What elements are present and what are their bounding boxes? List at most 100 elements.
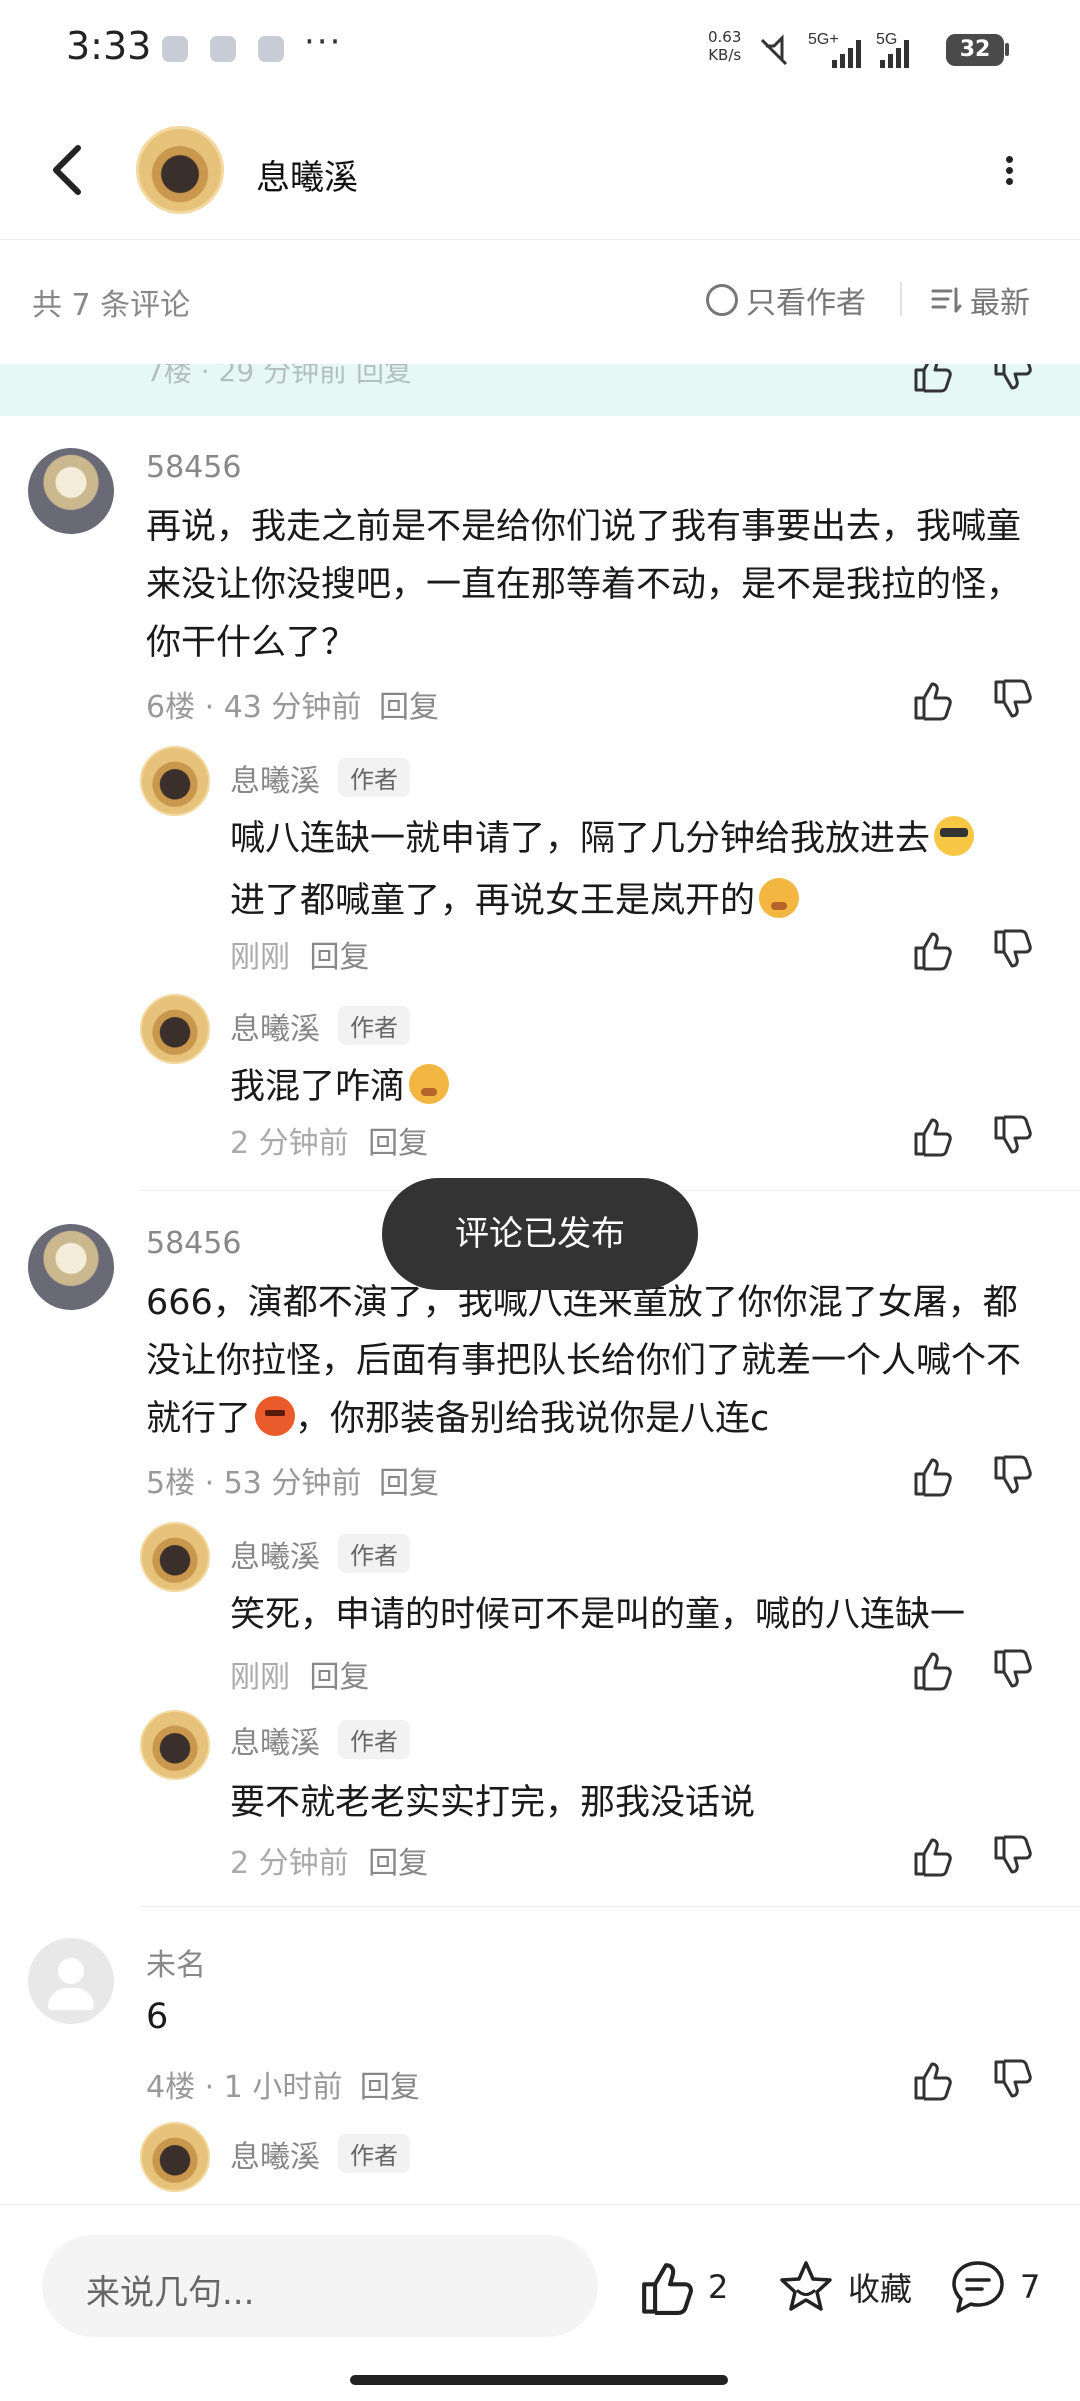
author-tag: 作者 (338, 1006, 410, 1045)
network-speed: 0.63 KB/s (708, 28, 741, 64)
network-label-1: 5G+ (808, 31, 839, 48)
mute-icon (760, 34, 788, 66)
author-tag: 作者 (338, 758, 410, 797)
reply-avatar[interactable] (140, 1522, 210, 1592)
reply-button[interactable]: 回复 (360, 2070, 420, 2105)
thumbs-down-icon[interactable] (990, 1114, 1034, 1158)
reply-button[interactable]: 回复 (310, 940, 370, 975)
thumbs-up-icon[interactable] (910, 928, 954, 972)
angry-emoji-icon (255, 1396, 296, 1436)
reply-username[interactable]: 息曦溪 (230, 1532, 320, 1576)
reply-text-line: 进了都喊童了，再说女王是岚开的 (230, 881, 756, 921)
status-time: 3:33 (66, 24, 152, 68)
reply-avatar[interactable] (140, 2122, 210, 2192)
like-button[interactable]: 2 (636, 2257, 728, 2317)
back-button[interactable] (40, 140, 96, 200)
comment-item: 58456 再说，我走之前是不是给你们说了我有事要出去，我喊童来没让你没搜吧，一… (0, 416, 1080, 1196)
comment-button[interactable]: 7 (948, 2257, 1040, 2317)
reply-username[interactable]: 息曦溪 (230, 2132, 320, 2176)
comment-count: 共 7 条评论 (32, 288, 191, 323)
more-options-button[interactable] (988, 148, 1032, 192)
comment-text-part: ，你那装备别给我说你是八连c (295, 1399, 770, 1439)
reply-time: 刚刚 (230, 940, 290, 975)
comment-input[interactable]: 来说几句... (42, 2235, 598, 2337)
sort-latest-label: 最新 (970, 286, 1030, 321)
author-tag: 作者 (338, 1534, 410, 1573)
comment-meta: 4楼 · 1 小时前 回复 (146, 2062, 420, 2106)
thumbs-up-icon[interactable] (910, 1114, 954, 1158)
like-count: 2 (708, 2268, 729, 2306)
home-indicator[interactable] (350, 2375, 728, 2385)
thumbs-down-icon[interactable] (990, 1454, 1034, 1498)
comment-meta: 6楼 · 43 分钟前 回复 (146, 682, 439, 726)
reply-time: 2 分钟前 (230, 1126, 349, 1161)
reply-time: 刚刚 (230, 1660, 290, 1695)
reply-text: 我混了咋滴 (230, 1056, 1030, 1118)
author-only-label: 只看作者 (746, 286, 866, 321)
toast-message: 评论已发布 (382, 1178, 698, 1290)
user-avatar[interactable] (28, 448, 114, 534)
comment-text: 6 (146, 1997, 169, 2037)
comment-username[interactable]: 58456 (146, 450, 241, 485)
reply-button[interactable]: 回复 (379, 1466, 439, 1501)
thumbs-up-icon[interactable] (910, 2058, 954, 2102)
reply-username[interactable]: 息曦溪 (230, 1004, 320, 1048)
thumbs-down-icon[interactable] (990, 2058, 1034, 2102)
thumbs-down-icon[interactable] (990, 1648, 1034, 1692)
thumbs-up-icon (642, 2263, 693, 2315)
reply-text: 要不就老老实实打完，那我没话说 (230, 1783, 756, 1823)
comment-floor: 5楼 (146, 1466, 196, 1501)
thumbs-up-icon[interactable] (910, 678, 954, 722)
thumbs-down-icon[interactable] (990, 364, 1034, 394)
reply-avatar[interactable] (140, 746, 210, 816)
meta-dot: · (204, 1466, 224, 1501)
comment-username[interactable]: 未名 (146, 1940, 206, 1984)
radio-circle-icon (706, 284, 738, 316)
comment-floor: 4楼 (146, 2070, 196, 2105)
comment-item: 58456 666，演都不演了，我喊八连来童放了你你混了女屠，都没让你拉怪，后面… (0, 1196, 1080, 1906)
header: 息曦溪 (0, 100, 1080, 240)
star-icon (780, 2261, 832, 2311)
comment-count-badge: 7 (1020, 2268, 1041, 2306)
reply-avatar[interactable] (140, 994, 210, 1064)
thumbs-up-icon[interactable] (910, 364, 954, 394)
meta-dot: · (204, 690, 224, 725)
favorite-button[interactable]: 收藏 (776, 2257, 912, 2317)
page-title[interactable]: 息曦溪 (256, 150, 358, 199)
thumbs-up-icon[interactable] (910, 1834, 954, 1878)
battery-icon: 32 (946, 34, 1004, 66)
reply-button[interactable]: 回复 (368, 1846, 428, 1881)
default-avatar-icon[interactable] (28, 1938, 114, 2024)
comment-username[interactable]: 58456 (146, 1226, 241, 1261)
app-notification-icon (210, 36, 236, 62)
reply-button[interactable]: 回复 (310, 1660, 370, 1695)
more-dot (1006, 156, 1013, 163)
reply-meta: 2 分钟前 回复 (230, 1838, 428, 1882)
more-dot (1006, 178, 1013, 185)
reply-username[interactable]: 息曦溪 (230, 1718, 320, 1762)
reply-username[interactable]: 息曦溪 (230, 756, 320, 800)
reply-avatar[interactable] (140, 1710, 210, 1780)
thumbs-down-icon[interactable] (990, 678, 1034, 722)
thumbs-up-icon[interactable] (910, 1454, 954, 1498)
reply-meta: 刚刚 回复 (230, 932, 370, 976)
reply-button[interactable]: 回复 (368, 1126, 428, 1161)
thumbs-up-icon[interactable] (910, 1648, 954, 1692)
status-bar: 3:33 ··· 0.63 KB/s 5G+ 5G 32 (0, 0, 1080, 100)
author-avatar[interactable] (136, 126, 224, 214)
network-speed-unit: KB/s (708, 46, 742, 64)
highlight-strip-text: 7楼 · 29 分钟前 回复 (146, 364, 412, 388)
more-dot (1006, 167, 1013, 174)
comment-floor: 6楼 (146, 690, 196, 725)
app-notification-icon (162, 36, 188, 62)
sort-latest-button[interactable]: 最新 (930, 278, 1030, 322)
author-tag: 作者 (338, 1720, 410, 1759)
reply-button[interactable]: 回复 (379, 690, 439, 725)
user-avatar[interactable] (28, 1224, 114, 1310)
author-only-toggle[interactable]: 只看作者 (706, 278, 866, 322)
thumbs-down-icon[interactable] (990, 1834, 1034, 1878)
thumbs-down-icon[interactable] (990, 928, 1034, 972)
author-tag: 作者 (338, 2134, 410, 2173)
network-label-2: 5G (876, 31, 897, 48)
comment-time: 43 分钟前 (223, 690, 362, 725)
